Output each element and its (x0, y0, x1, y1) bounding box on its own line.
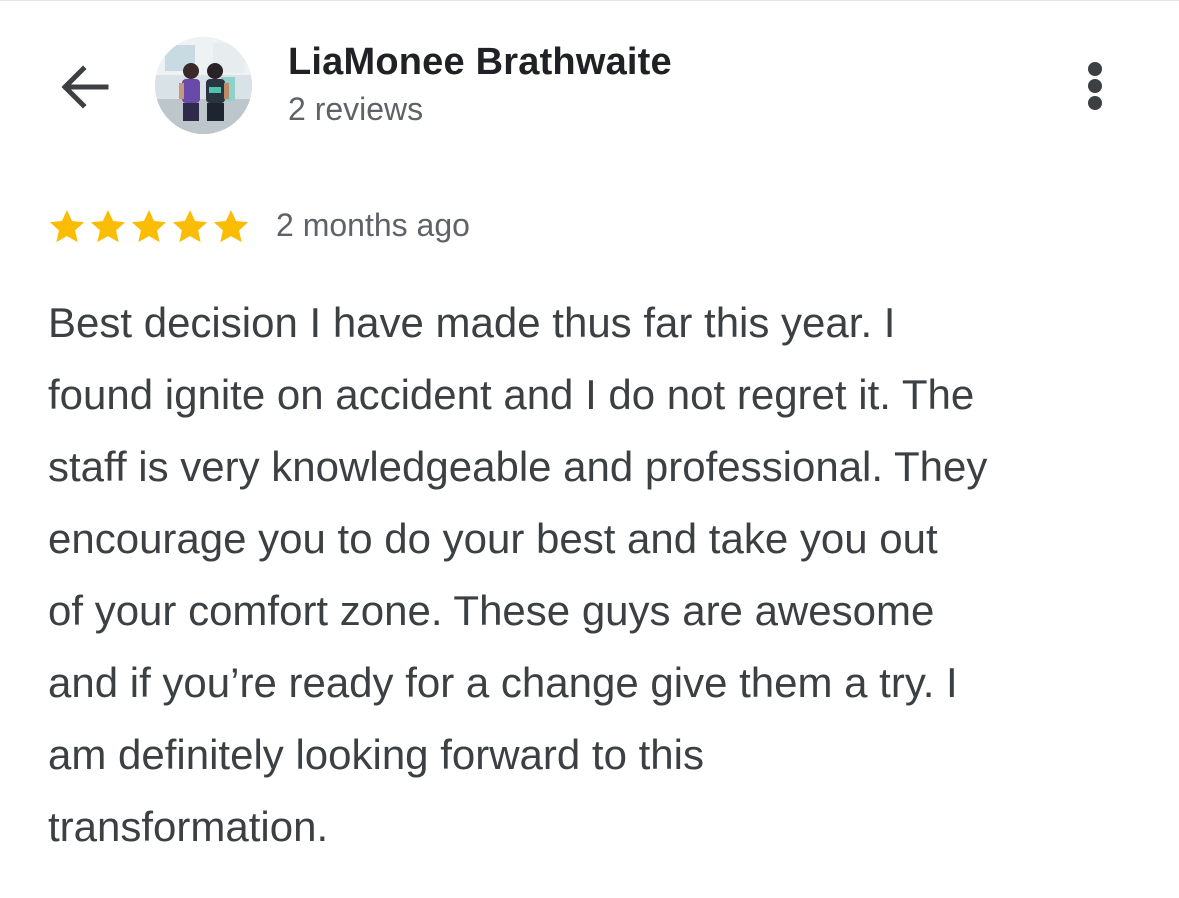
more-options-button[interactable] (1075, 56, 1115, 116)
review-text: Best decision I have made thus far this … (48, 287, 1158, 863)
review-text-line: transformation. (48, 803, 329, 850)
star-icon (211, 207, 251, 247)
review-text-line: staff is very knowledgeable and professi… (48, 443, 988, 490)
star-rating (47, 205, 252, 249)
star-icon (88, 207, 128, 247)
star-icon (47, 207, 87, 247)
avatar-photo (155, 37, 252, 134)
arrow-left-icon (61, 65, 109, 109)
review-text-line: and if you’re ready for a change give th… (48, 659, 958, 706)
review-count: 2 reviews (288, 91, 424, 127)
star-icon (129, 207, 169, 247)
back-button[interactable] (52, 56, 114, 118)
review-text-line: of your comfort zone. These guys are awe… (48, 587, 935, 634)
review-text-line: am definitely looking forward to this (48, 731, 704, 778)
review-time: 2 months ago (276, 207, 470, 243)
review-text-line: encourage you to do your best and take y… (48, 515, 938, 562)
review-text-line: found ignite on accident and I do not re… (48, 371, 975, 418)
author-name[interactable]: LiaMonee Brathwaite (288, 41, 672, 84)
avatar[interactable] (155, 37, 252, 134)
star-icon (170, 207, 210, 247)
review-text-line: Best decision I have made thus far this … (48, 299, 896, 346)
review-page: LiaMonee Brathwaite 2 reviews 2 months a… (0, 0, 1179, 898)
